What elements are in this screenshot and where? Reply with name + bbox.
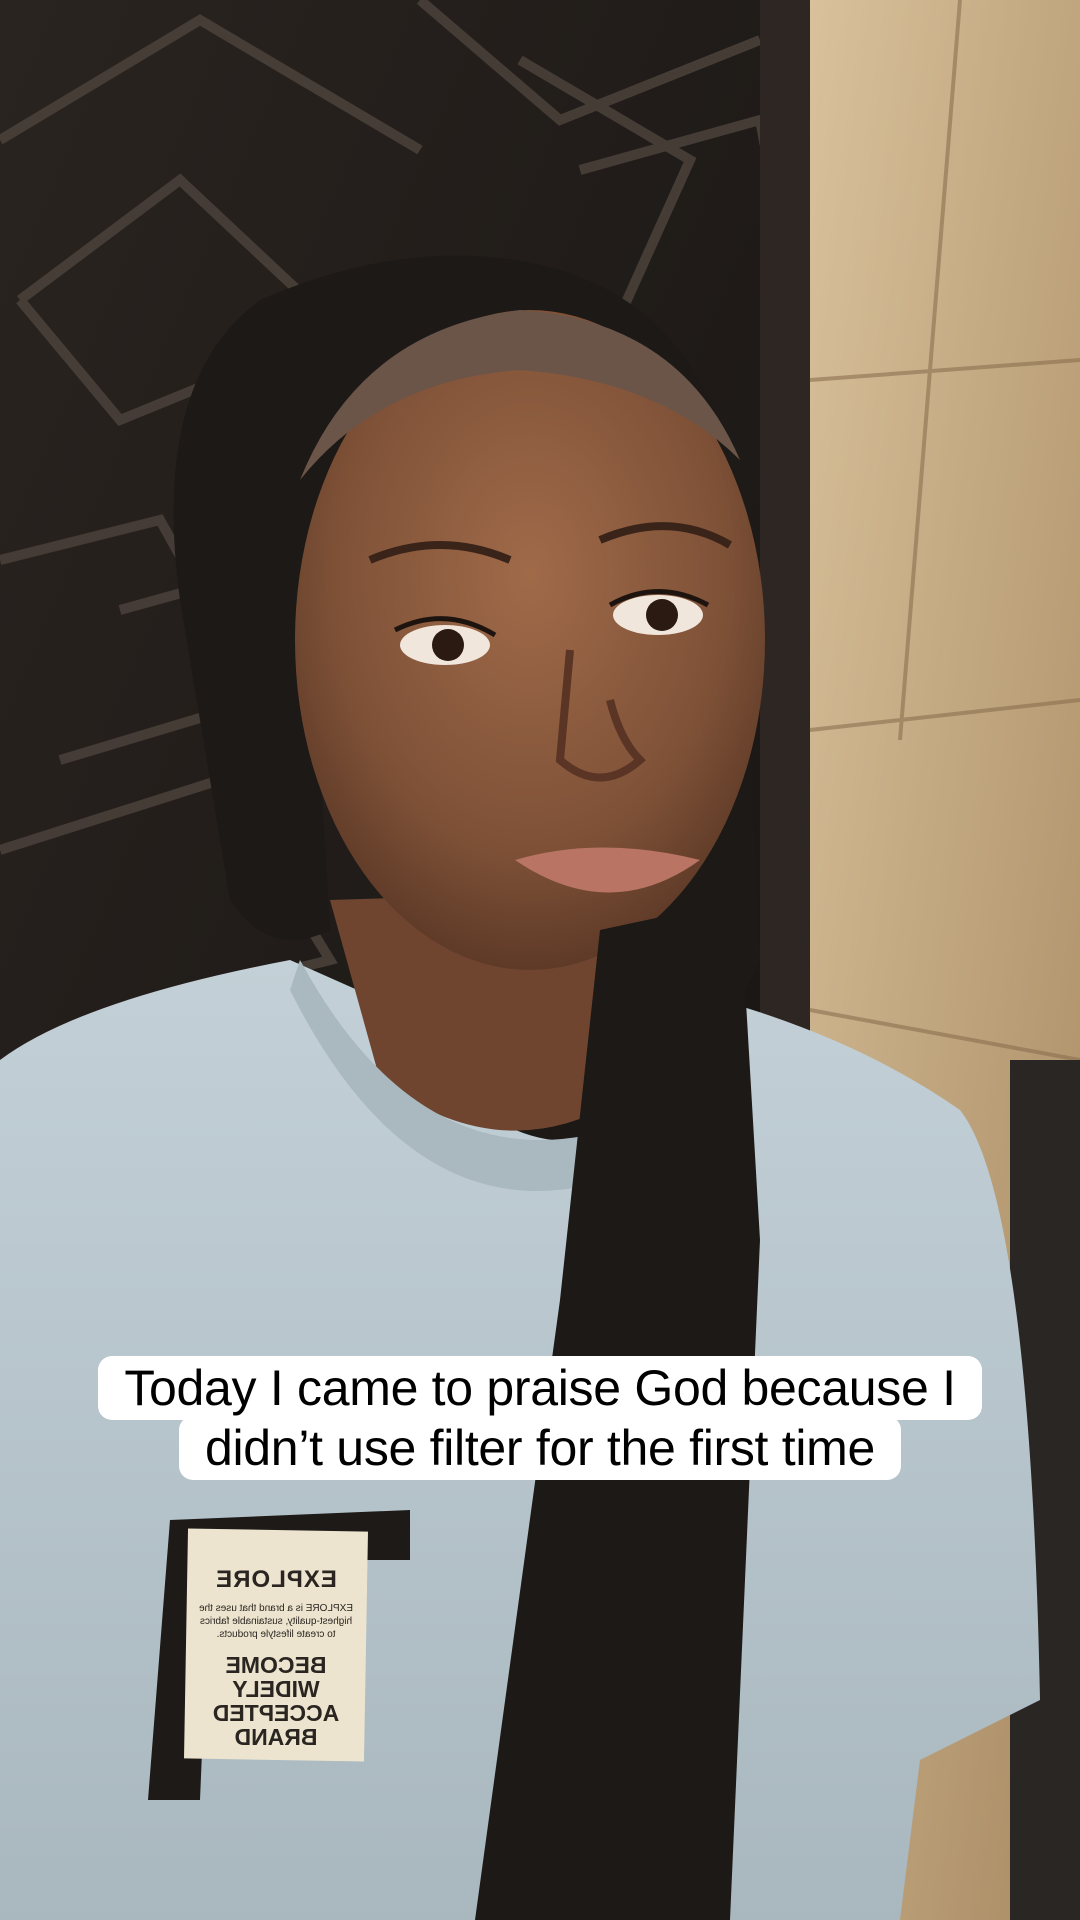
patch-body: EXPLORE is a brand that uses the highest… <box>199 1603 353 1640</box>
caption-overlay: Today I came to praise God because I did… <box>0 1356 1080 1480</box>
caption-line-1: Today I came to praise God because I <box>98 1356 982 1420</box>
shirt-patch-text: EXPLORE EXPLORE is a brand that uses the… <box>186 1550 366 1750</box>
patch-brand: EXPLORE <box>215 1566 337 1593</box>
video-frame: EXPLORE EXPLORE is a brand that uses the… <box>0 0 1080 1920</box>
patch-slogan: BECOME WIDELY ACCEPTED BRAND <box>212 1652 340 1750</box>
caption-line-2: didn’t use filter for the first time <box>178 1416 901 1480</box>
selfie-photo <box>0 0 1080 1920</box>
